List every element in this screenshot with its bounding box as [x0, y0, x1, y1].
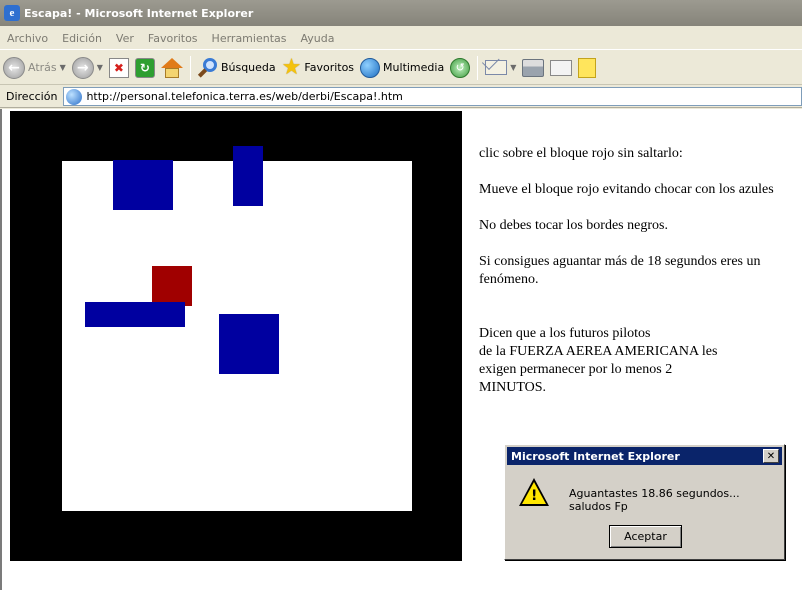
- back-button[interactable]: ← Atrás ▼: [0, 54, 69, 82]
- history-icon: ↺: [450, 57, 471, 78]
- pilots-note-line: MINUTOS.: [479, 380, 547, 395]
- instruction-line: Mueve el bloque rojo evitando chocar con…: [479, 182, 774, 197]
- page-icon: [66, 88, 83, 105]
- exclamation-icon: !: [531, 488, 538, 504]
- search-label: Búsqueda: [220, 61, 276, 74]
- media-button[interactable]: Multimedia: [357, 54, 447, 82]
- close-icon[interactable]: ✕: [763, 449, 779, 463]
- edit-icon: [550, 59, 573, 76]
- back-arrow-icon: ←: [3, 56, 25, 79]
- printer-icon: [522, 58, 545, 77]
- toolbar-separator: [189, 55, 191, 80]
- pilots-note-line: de la FUERZA AEREA AMERICANA les: [479, 344, 718, 359]
- menu-edicion[interactable]: Edición: [55, 32, 109, 45]
- menu-ayuda[interactable]: Ayuda: [293, 32, 341, 45]
- print-button[interactable]: [519, 54, 547, 82]
- menu-favoritos[interactable]: Favoritos: [141, 32, 205, 45]
- forward-button[interactable]: → ▼: [69, 54, 106, 82]
- stop-icon: ✖: [108, 57, 129, 78]
- chevron-down-icon: ▼: [59, 63, 66, 72]
- instruction-line: No debes tocar los bordes negros.: [479, 218, 668, 233]
- address-bar: Dirección http://personal.telefonica.ter…: [0, 86, 802, 108]
- stop-button[interactable]: ✖: [106, 54, 132, 82]
- instruction-line: clic sobre el bloque rojo sin saltarlo:: [479, 146, 683, 161]
- blue-block: [113, 160, 173, 210]
- blue-block: [233, 146, 263, 206]
- pilots-note-line: Dicen que a los futuros pilotos: [479, 326, 651, 341]
- alert-dialog: Microsoft Internet Explorer ✕ ! Aguantas…: [504, 444, 785, 560]
- title-bar: e Escapa! - Microsoft Internet Explorer: [0, 0, 802, 26]
- mail-button[interactable]: ▼: [482, 54, 519, 82]
- ok-button[interactable]: Aceptar: [609, 525, 682, 548]
- home-icon: [160, 57, 183, 78]
- messenger-button[interactable]: [575, 54, 599, 82]
- refresh-button[interactable]: ↻: [132, 54, 158, 82]
- chevron-down-icon: ▼: [510, 63, 517, 72]
- menu-herramientas[interactable]: Herramientas: [205, 32, 294, 45]
- favorites-label: Favoritos: [304, 61, 355, 74]
- edit-button[interactable]: [547, 54, 575, 82]
- menu-archivo[interactable]: Archivo: [0, 32, 55, 45]
- refresh-icon: ↻: [134, 57, 155, 78]
- mail-icon: [485, 60, 508, 75]
- history-button[interactable]: ↺: [447, 54, 473, 82]
- dialog-title: Microsoft Internet Explorer: [511, 449, 680, 463]
- game-board: [10, 111, 462, 561]
- menu-bar: Archivo Edición Ver Favoritos Herramient…: [0, 28, 802, 50]
- address-input[interactable]: http://personal.telefonica.terra.es/web/…: [63, 87, 802, 106]
- search-icon: [197, 57, 218, 78]
- pilots-note-line: exigen permanecer por lo menos 2: [479, 362, 673, 377]
- address-url[interactable]: http://personal.telefonica.terra.es/web/…: [86, 90, 402, 103]
- home-button[interactable]: [158, 54, 186, 82]
- instruction-line: Si consigues aguantar más de 18 segundos…: [479, 254, 761, 287]
- blue-block: [219, 314, 279, 374]
- ie-icon: e: [4, 5, 20, 21]
- dialog-message: Aguantastes 18.86 segundos... saludos Fp: [569, 487, 740, 513]
- chevron-down-icon: ▼: [96, 63, 103, 72]
- media-icon: [360, 57, 381, 78]
- note-icon: [578, 57, 597, 78]
- instructions: clic sobre el bloque rojo sin saltarlo: …: [479, 145, 779, 397]
- blue-block: [85, 302, 185, 327]
- back-label: Atrás: [28, 61, 57, 74]
- address-label: Dirección: [6, 90, 58, 103]
- toolbar: ← Atrás ▼ → ▼ ✖ ↻ Búsqueda ★ Favoritos M…: [0, 51, 802, 85]
- favorites-button[interactable]: ★ Favoritos: [279, 54, 357, 82]
- window-title: Escapa! - Microsoft Internet Explorer: [24, 6, 254, 20]
- dialog-title-bar[interactable]: Microsoft Internet Explorer ✕: [507, 447, 782, 465]
- menu-ver[interactable]: Ver: [109, 32, 141, 45]
- red-block[interactable]: [152, 266, 192, 306]
- pilots-note: Dicen que a los futuros pilotos de la FU…: [479, 325, 779, 397]
- star-icon: ★: [281, 54, 302, 80]
- media-label: Multimedia: [383, 61, 445, 74]
- search-button[interactable]: Búsqueda: [195, 54, 279, 82]
- forward-arrow-icon: →: [71, 56, 94, 79]
- toolbar-separator: [477, 55, 479, 80]
